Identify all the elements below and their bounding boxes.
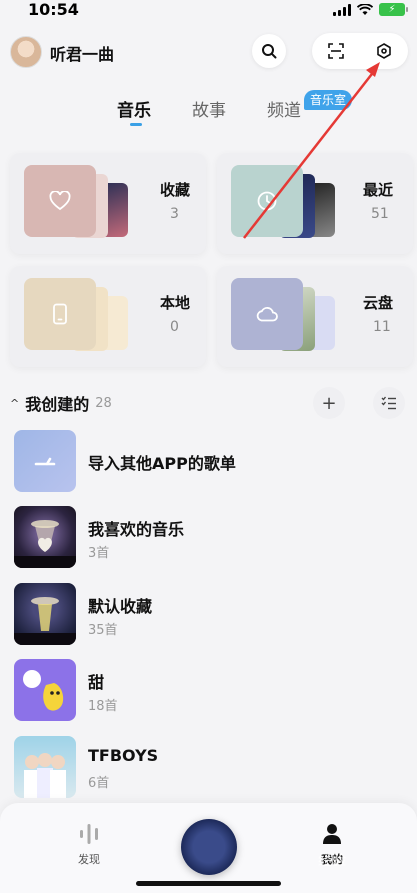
red-arrow-annotation bbox=[243, 62, 380, 239]
